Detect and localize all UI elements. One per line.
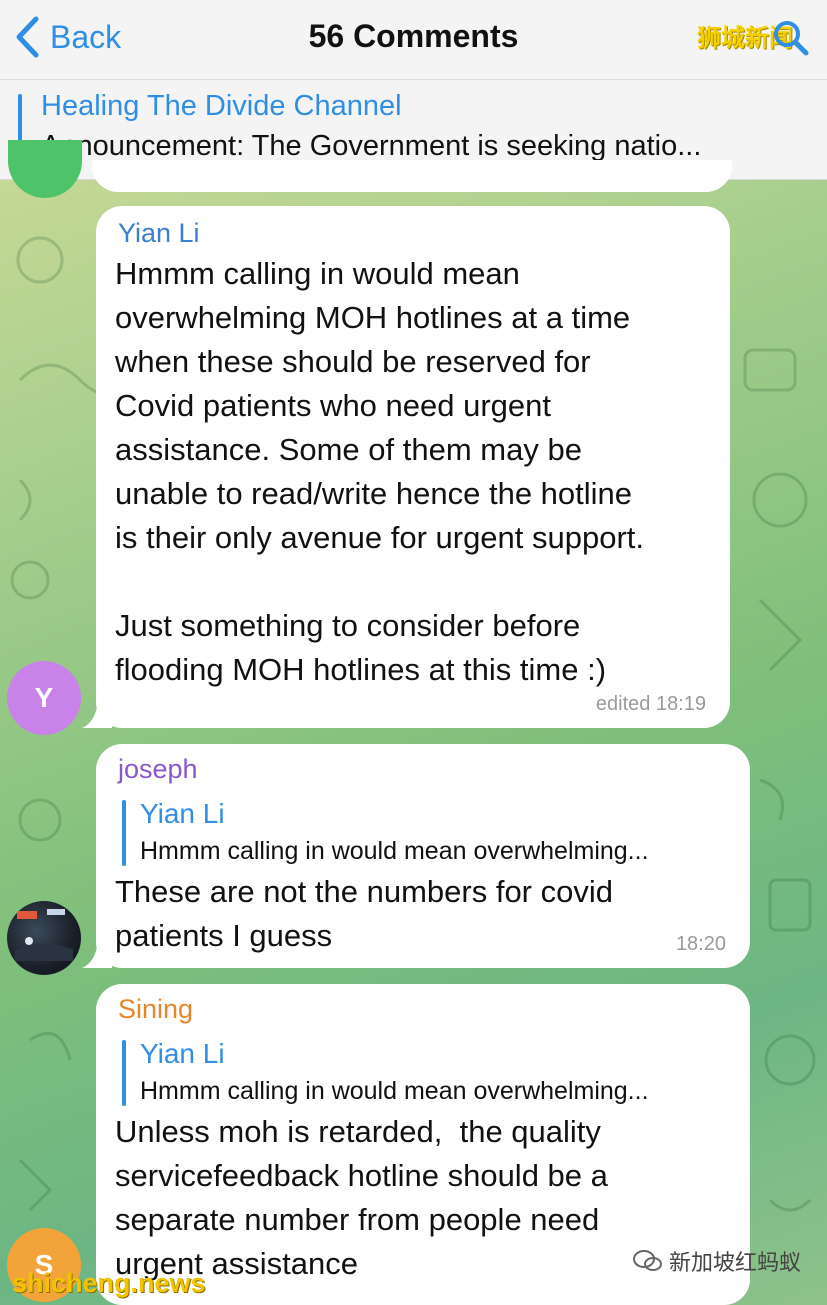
reply-author: Yian Li (140, 1038, 225, 1069)
watermark-logo: 狮城新闻 (697, 12, 811, 58)
wechat-icon (632, 1250, 662, 1271)
message-bubble[interactable]: Yian Li Hmmm calling in would mean overw… (82, 206, 730, 728)
avatar[interactable]: Y (7, 661, 81, 735)
bubble-tail (82, 700, 112, 728)
reply-quote[interactable]: Yian Li Hmmm calling in would mean overw… (122, 1036, 730, 1110)
message-time: 18:20 (675, 933, 726, 955)
message-text: These are not the numbers for covid pati… (115, 874, 613, 953)
avatar[interactable] (7, 901, 81, 975)
magnifier-icon (774, 21, 809, 56)
pinned-announcement: Announcement: The Government is seeking … (41, 130, 702, 162)
message-bubble[interactable]: joseph Yian Li Hmmm calling in would mea… (82, 744, 750, 968)
sender-name[interactable]: joseph (118, 752, 198, 786)
message-time: edited 18:19 (595, 693, 706, 715)
watermark-account-text: 新加坡红蚂蚁 (668, 1251, 801, 1276)
message-text: Hmmm calling in would mean overwhelming … (115, 256, 645, 687)
reply-quote[interactable]: Yian Li Hmmm calling in would mean overw… (122, 796, 730, 870)
avatar-letter: Y (34, 682, 54, 713)
avatar[interactable] (8, 140, 82, 198)
reply-accent-bar (122, 1040, 126, 1106)
channel-title: Healing The Divide Channel (41, 90, 402, 122)
reply-author: Yian Li (140, 798, 225, 829)
reply-accent-bar (122, 800, 126, 866)
bubble-tail (82, 940, 112, 968)
reply-snippet: Hmmm calling in would mean overwhelming.… (140, 1077, 649, 1105)
navigation-bar: Back 56 Comments 狮城新闻 (0, 0, 827, 80)
watermark-account: 新加坡红蚂蚁 (632, 1245, 801, 1277)
reply-snippet: Hmmm calling in would mean overwhelming.… (140, 837, 649, 865)
sender-name[interactable]: Sining (118, 992, 193, 1026)
message-bubble (92, 160, 732, 192)
profile-photo-icon (15, 909, 73, 961)
watermark-url: shicheng.news (12, 1268, 206, 1298)
sender-name[interactable]: Yian Li (118, 216, 200, 250)
